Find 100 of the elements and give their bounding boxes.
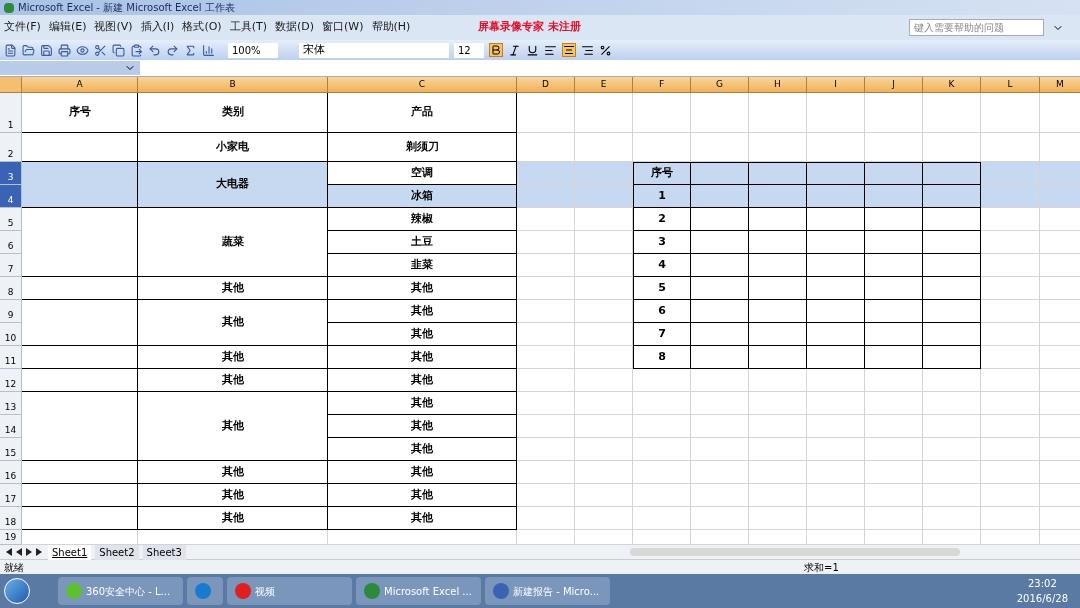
column-header[interactable]: J	[865, 77, 923, 93]
category-cell: 其他	[138, 277, 328, 300]
row-header[interactable]: 18	[0, 507, 22, 530]
table-cell	[807, 300, 865, 323]
row-header[interactable]: 16	[0, 461, 22, 484]
row-header[interactable]: 19	[0, 530, 22, 545]
row-header[interactable]: 9	[0, 300, 22, 323]
tab-scroll-icon[interactable]	[4, 548, 44, 556]
font-field[interactable]: 宋体	[299, 42, 449, 58]
menu-item[interactable]: 工具(T)	[229, 19, 267, 36]
toolbar-icon[interactable]	[202, 43, 215, 57]
table-cell	[865, 300, 923, 323]
table-cell	[807, 93, 865, 133]
table-cell	[575, 392, 633, 415]
toolbar-icon[interactable]	[184, 43, 197, 57]
row-header[interactable]: 14	[0, 415, 22, 438]
table-cell	[633, 438, 691, 461]
row-header[interactable]: 6	[0, 231, 22, 254]
table-cell	[575, 133, 633, 162]
align-left-icon[interactable]	[544, 43, 557, 57]
menu-item[interactable]: 文件(F)	[4, 19, 41, 36]
column-header[interactable]: A	[22, 77, 138, 93]
menu-item[interactable]: 数据(D)	[274, 19, 315, 36]
row-header[interactable]: 7	[0, 254, 22, 277]
menu-item[interactable]: 插入(I)	[140, 19, 175, 36]
start-icon[interactable]	[4, 578, 30, 604]
table-cell	[1040, 254, 1080, 277]
zoom-field[interactable]: 100%	[228, 42, 278, 58]
row-header[interactable]: 12	[0, 369, 22, 392]
table-cell	[633, 392, 691, 415]
row-header[interactable]: 11	[0, 346, 22, 369]
table-cell	[923, 300, 981, 323]
row-header[interactable]: 4	[0, 185, 22, 208]
menu-item[interactable]: 格式(O)	[182, 19, 222, 36]
table-cell	[575, 185, 633, 208]
menu-item[interactable]: 帮助(H)	[371, 19, 411, 36]
column-header[interactable]: G	[691, 77, 749, 93]
percent-icon[interactable]	[599, 43, 612, 57]
help-search-field[interactable]: 键入需要帮助的问题	[909, 19, 1044, 36]
underline-icon[interactable]	[526, 43, 539, 57]
align-right-icon[interactable]	[581, 43, 594, 57]
row-header[interactable]: 17	[0, 484, 22, 507]
table-cell	[923, 231, 981, 254]
toolbar-icon[interactable]	[112, 43, 125, 57]
table-cell	[691, 300, 749, 323]
table-cell	[807, 254, 865, 277]
column-header[interactable]: C	[328, 77, 517, 93]
row-header[interactable]: 13	[0, 392, 22, 415]
column-header[interactable]: I	[807, 77, 865, 93]
column-header[interactable]: M	[1040, 77, 1080, 93]
toolbar-icon[interactable]	[130, 43, 143, 57]
row-header[interactable]: 2	[0, 133, 22, 162]
category-cell: 其他	[138, 369, 328, 392]
toolbar-icon[interactable]	[22, 43, 35, 57]
number-cell: 5	[633, 277, 691, 300]
toolbar-icon[interactable]	[148, 43, 161, 57]
row-header[interactable]: 15	[0, 438, 22, 461]
table-cell	[575, 438, 633, 461]
row-header[interactable]: 1	[0, 93, 22, 133]
table-cell	[575, 300, 633, 323]
horizontal-scrollbar[interactable]	[629, 548, 960, 556]
toolbar-icon[interactable]	[40, 43, 53, 57]
column-header[interactable]: L	[981, 77, 1040, 93]
category-cell: 其他	[138, 507, 328, 530]
table-cell	[691, 369, 749, 392]
toolbar-icon[interactable]	[58, 43, 71, 57]
table-cell	[517, 438, 575, 461]
italic-icon[interactable]	[508, 43, 521, 57]
table-cell	[865, 415, 923, 438]
toolbar-icon[interactable]	[166, 43, 179, 57]
table-cell	[575, 231, 633, 254]
font-size-field[interactable]: 12	[454, 42, 484, 58]
product-cell: 其他	[328, 277, 517, 300]
row-header[interactable]: 5	[0, 208, 22, 231]
menu-item[interactable]: 编辑(E)	[48, 19, 87, 36]
table-cell	[575, 415, 633, 438]
row-header[interactable]: 3	[0, 162, 22, 185]
app-icon	[195, 583, 211, 599]
row-header[interactable]: 10	[0, 323, 22, 346]
table-cell	[517, 369, 575, 392]
menu-item[interactable]: 视图(V)	[94, 19, 133, 36]
toolbar-icon[interactable]	[76, 43, 89, 57]
row-header[interactable]: 8	[0, 277, 22, 300]
toolbar-icon[interactable]	[4, 43, 17, 57]
column-header[interactable]: D	[517, 77, 575, 93]
bold-icon[interactable]	[489, 43, 503, 57]
table-cell	[923, 277, 981, 300]
toolbar-icon[interactable]	[94, 43, 107, 57]
menu-item[interactable]: 窗口(W)	[322, 19, 364, 36]
column-header[interactable]: H	[749, 77, 807, 93]
column-header[interactable]: B	[138, 77, 328, 93]
column-header[interactable]: F	[633, 77, 691, 93]
table-cell	[865, 162, 923, 185]
table-cell	[923, 93, 981, 133]
table-cell	[981, 93, 1040, 133]
number-cell: 7	[633, 323, 691, 346]
column-header[interactable]: E	[575, 77, 633, 93]
column-header[interactable]: K	[923, 77, 981, 93]
align-center-icon[interactable]	[562, 43, 576, 57]
product-cell: 冰箱	[328, 185, 517, 208]
